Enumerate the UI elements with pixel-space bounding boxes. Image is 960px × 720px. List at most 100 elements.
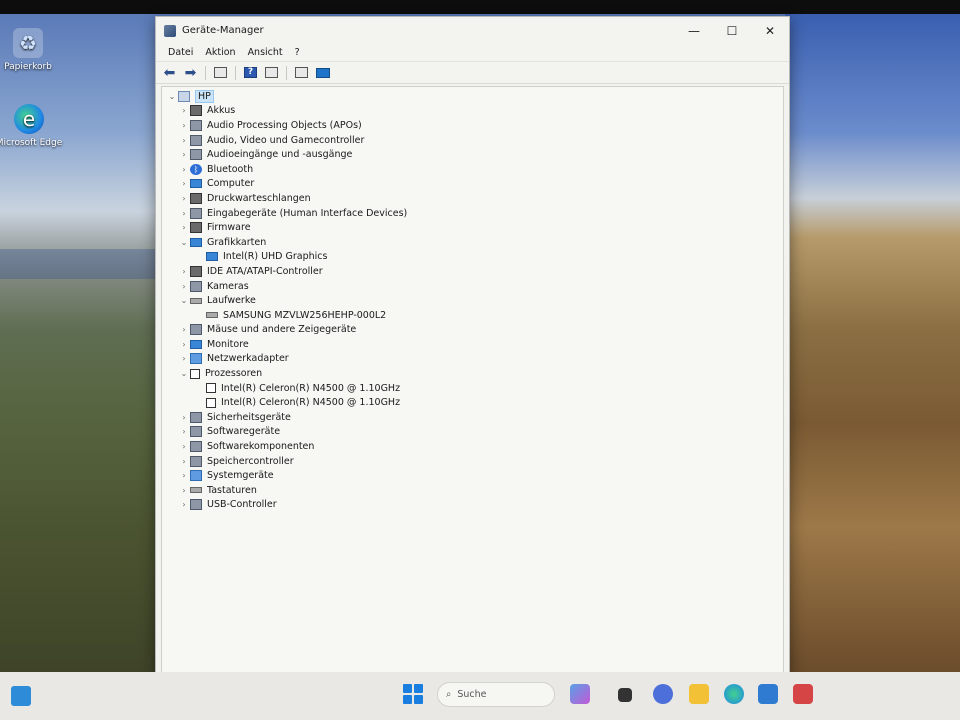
minimize-button[interactable]: — (675, 17, 713, 44)
tree-nodes: › Akkus › Audio Processing Objects (APOs) › A… (162, 104, 783, 513)
chevron-right-icon[interactable]: › (178, 150, 190, 159)
scan-hardware-button[interactable] (313, 64, 332, 82)
tree-node-label: Druckwarteschlangen (207, 192, 311, 204)
chevron-right-icon[interactable]: › (178, 223, 190, 232)
tree-node[interactable]: › Softwarekomponenten (162, 439, 783, 454)
tree-node[interactable]: ⌄ Laufwerke (162, 293, 783, 308)
chevron-down-icon[interactable]: ⌄ (166, 92, 178, 101)
chevron-right-icon[interactable]: › (178, 267, 190, 276)
chevron-right-icon[interactable]: › (178, 121, 190, 130)
chevron-right-icon[interactable]: › (178, 340, 190, 349)
tree-node[interactable]: › Softwaregeräte (162, 425, 783, 440)
chevron-right-icon[interactable]: › (178, 194, 190, 203)
tree-node-label: Tastaturen (207, 484, 257, 496)
display-adapter-icon (190, 237, 202, 247)
tree-child-node[interactable]: Intel(R) Celeron(R) N4500 @ 1.10GHz (162, 395, 783, 410)
tree-node[interactable]: › Computer (162, 177, 783, 192)
help-button[interactable]: ? (241, 64, 260, 82)
tree-node[interactable]: › Eingabegeräte (Human Interface Devices) (162, 206, 783, 221)
keyboard-icon (190, 487, 202, 494)
device-manager-window: Geräte-Manager — ☐ ✕ Datei Aktion Ansich… (155, 16, 790, 676)
copilot-icon[interactable] (570, 684, 590, 704)
tree-node[interactable]: › Netzwerkadapter (162, 352, 783, 367)
search-box[interactable]: ⌕ Suche (437, 682, 555, 707)
tree-node[interactable]: › Audio, Video und Gamecontroller (162, 133, 783, 148)
tree-node[interactable]: › Akkus (162, 104, 783, 119)
store-icon[interactable] (758, 684, 778, 704)
chevron-down-icon[interactable]: ⌄ (178, 296, 190, 305)
edge-icon[interactable] (724, 684, 744, 704)
chevron-right-icon[interactable]: › (178, 136, 190, 145)
tree-node-label: Kameras (207, 280, 249, 292)
chevron-right-icon[interactable]: › (178, 282, 190, 291)
menu-help[interactable]: ? (289, 47, 306, 58)
back-button[interactable]: ⬅ (160, 64, 179, 82)
desktop-icon-recycle-bin[interactable]: ♻ Papierkorb (0, 28, 63, 72)
close-button[interactable]: ✕ (751, 17, 789, 44)
menu-aktion[interactable]: Aktion (199, 47, 241, 58)
tree-node[interactable]: › Speichercontroller (162, 454, 783, 469)
view-button[interactable] (262, 64, 281, 82)
tree-node-label: Audio Processing Objects (APOs) (207, 119, 362, 131)
camera-icon (190, 280, 202, 292)
taskbar: ⌕ Suche (0, 672, 960, 720)
tree-node[interactable]: › Druckwarteschlangen (162, 191, 783, 206)
tree-node[interactable]: ⌄ Prozessoren (162, 366, 783, 381)
tree-root-label: HP (195, 89, 214, 103)
tree-node[interactable]: › IDE ATA/ATAPI-Controller (162, 264, 783, 279)
chevron-down-icon[interactable]: ⌄ (178, 369, 190, 378)
chevron-right-icon[interactable]: › (178, 442, 190, 451)
scan-monitor-icon (315, 67, 330, 78)
tree-child-node[interactable]: SAMSUNG MZVLW256HEHP-000L2 (162, 308, 783, 323)
start-button[interactable] (403, 684, 423, 704)
tree-node[interactable]: › Systemgeräte (162, 468, 783, 483)
desktop-icon-edge[interactable]: e Microsoft Edge (0, 104, 64, 148)
tree-node[interactable]: › Kameras (162, 279, 783, 294)
tree-node[interactable]: › Mäuse und andere Zeigegeräte (162, 323, 783, 338)
task-view-icon[interactable] (618, 688, 632, 702)
tree-node[interactable]: ⌄ Grafikkarten (162, 235, 783, 250)
tree-node-label: Softwaregeräte (207, 426, 281, 438)
chevron-right-icon[interactable]: › (178, 457, 190, 466)
chevron-right-icon[interactable]: › (178, 179, 190, 188)
tree-node[interactable]: › Audioeingänge und -ausgänge (162, 147, 783, 162)
tree-node[interactable]: › Tastaturen (162, 483, 783, 498)
file-explorer-icon[interactable] (689, 684, 709, 704)
tree-node[interactable]: › Audio Processing Objects (APOs) (162, 118, 783, 133)
title-bar[interactable]: Geräte-Manager — ☐ ✕ (156, 17, 789, 44)
chevron-right-icon[interactable]: › (178, 486, 190, 495)
tree-child-node[interactable]: Intel(R) Celeron(R) N4500 @ 1.10GHz (162, 381, 783, 396)
tree-node[interactable]: › Monitore (162, 337, 783, 352)
chevron-right-icon[interactable]: › (178, 165, 190, 174)
chat-icon[interactable] (653, 684, 673, 704)
update-driver-button[interactable] (292, 64, 311, 82)
tree-node[interactable]: › Firmware (162, 220, 783, 235)
tree-node[interactable]: › USB-Controller (162, 498, 783, 513)
chevron-right-icon[interactable]: › (178, 354, 190, 363)
tree-root[interactable]: ⌄ HP (162, 89, 783, 104)
maximize-button[interactable]: ☐ (713, 17, 751, 44)
tree-child-node[interactable]: Intel(R) UHD Graphics (162, 250, 783, 265)
display-device-icon (206, 252, 218, 262)
chevron-right-icon[interactable]: › (178, 500, 190, 509)
chevron-right-icon[interactable]: › (178, 471, 190, 480)
help-icon: ? (244, 67, 257, 78)
tree-node-label: Eingabegeräte (Human Interface Devices) (207, 207, 408, 219)
chevron-right-icon[interactable]: › (178, 325, 190, 334)
properties-button[interactable] (211, 64, 230, 82)
widgets-icon[interactable] (11, 686, 31, 706)
chevron-right-icon[interactable]: › (178, 209, 190, 218)
audio-icon (190, 149, 202, 161)
tree-node[interactable]: › ᛒ Bluetooth (162, 162, 783, 177)
menu-datei[interactable]: Datei (162, 47, 199, 58)
app-icon[interactable] (793, 684, 813, 704)
chevron-right-icon[interactable]: › (178, 427, 190, 436)
forward-button[interactable]: ➡ (181, 64, 200, 82)
tree-node-label: Firmware (207, 222, 251, 234)
tree-node-label: Grafikkarten (207, 236, 267, 248)
chevron-down-icon[interactable]: ⌄ (178, 238, 190, 247)
tree-node[interactable]: › Sicherheitsgeräte (162, 410, 783, 425)
chevron-right-icon[interactable]: › (178, 413, 190, 422)
chevron-right-icon[interactable]: › (178, 106, 190, 115)
menu-ansicht[interactable]: Ansicht (242, 47, 289, 58)
